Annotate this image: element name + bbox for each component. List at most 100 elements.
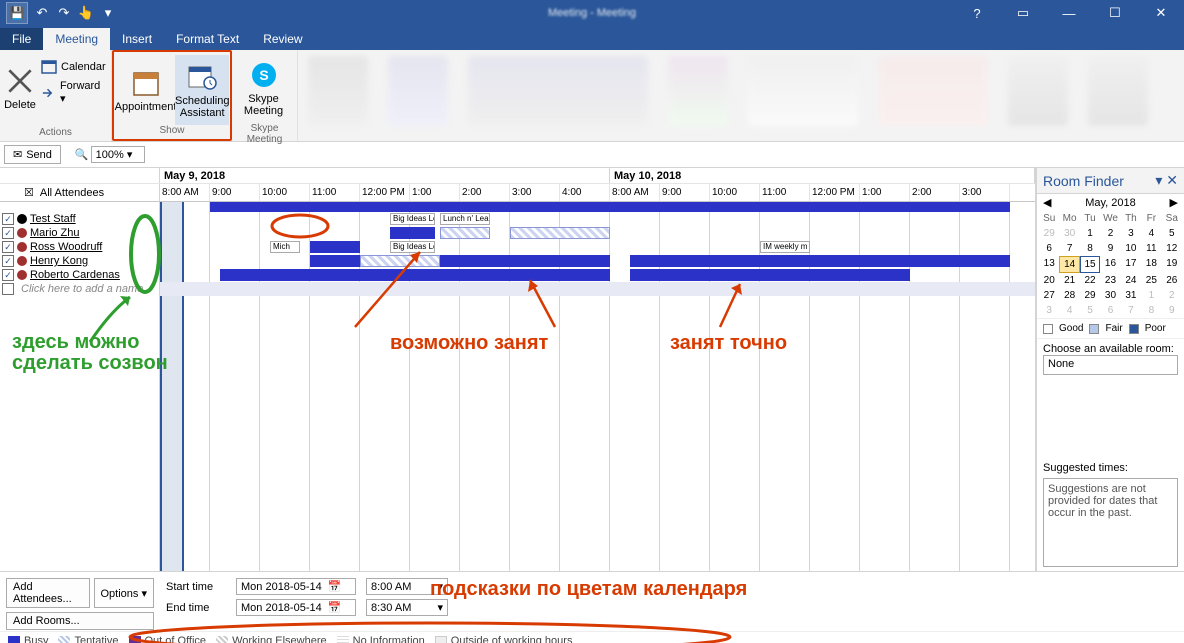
options-button[interactable]: Options ▾ bbox=[94, 578, 155, 608]
tentative-block[interactable] bbox=[440, 227, 490, 239]
save-button[interactable]: 💾 bbox=[6, 2, 28, 24]
calendar-day[interactable]: 22 bbox=[1080, 273, 1100, 288]
calendar-day[interactable]: 3 bbox=[1039, 303, 1059, 318]
calendar-day[interactable]: 21 bbox=[1059, 273, 1079, 288]
help-icon[interactable]: ? bbox=[954, 0, 1000, 26]
calendar-day[interactable]: 6 bbox=[1100, 303, 1120, 318]
event-block[interactable]: Big Ideas Le bbox=[390, 213, 435, 225]
calendar-day[interactable]: 5 bbox=[1162, 226, 1182, 241]
attendee-checkbox[interactable]: ✓ bbox=[2, 241, 14, 253]
busy-block[interactable] bbox=[220, 269, 610, 281]
calendar-day[interactable]: 2 bbox=[1162, 288, 1182, 303]
busy-block[interactable] bbox=[390, 227, 435, 239]
calendar-day[interactable]: 23 bbox=[1100, 273, 1120, 288]
busy-block[interactable] bbox=[310, 255, 360, 267]
calendar-day[interactable]: 14 bbox=[1059, 256, 1079, 273]
calendar-day[interactable]: 30 bbox=[1059, 226, 1079, 241]
tentative-block[interactable] bbox=[360, 255, 440, 267]
calendar-day[interactable]: 4 bbox=[1141, 226, 1161, 241]
tab-format-text[interactable]: Format Text bbox=[164, 28, 251, 50]
calendar-day[interactable]: 16 bbox=[1100, 256, 1120, 273]
attendee-checkbox[interactable]: ✓ bbox=[2, 255, 14, 267]
busy-block[interactable] bbox=[630, 269, 910, 281]
calendar-day[interactable]: 19 bbox=[1162, 256, 1182, 273]
attendee-name[interactable]: Roberto Cardenas bbox=[30, 269, 159, 281]
prev-month-icon[interactable]: ◀ bbox=[1043, 196, 1051, 209]
add-attendees-button[interactable]: Add Attendees... bbox=[6, 578, 90, 608]
calendar-day[interactable]: 28 bbox=[1059, 288, 1079, 303]
busy-block[interactable] bbox=[310, 241, 360, 253]
qat-dropdown-icon[interactable]: ▾ bbox=[100, 5, 116, 21]
undo-icon[interactable]: ↶ bbox=[34, 5, 50, 21]
close-button[interactable]: ✕ bbox=[1138, 0, 1184, 26]
calendar-day[interactable]: 2 bbox=[1100, 226, 1120, 241]
attendee-name[interactable]: Ross Woodruff bbox=[30, 241, 159, 253]
zoom-dropdown[interactable]: 100% ▾ bbox=[91, 146, 145, 163]
attendee-checkbox[interactable]: ✓ bbox=[2, 269, 14, 281]
calendar-day[interactable]: 6 bbox=[1039, 241, 1059, 256]
calendar-day[interactable]: 7 bbox=[1121, 303, 1141, 318]
calendar-day[interactable]: 9 bbox=[1162, 303, 1182, 318]
attendee-checkbox[interactable]: ✓ bbox=[2, 227, 14, 239]
event-block[interactable]: IM weekly m bbox=[760, 241, 810, 253]
calendar-day[interactable]: 25 bbox=[1141, 273, 1161, 288]
tab-meeting[interactable]: Meeting bbox=[43, 28, 110, 50]
open-calendar-button[interactable]: Calendar bbox=[38, 57, 109, 77]
skype-meeting-button[interactable]: S Skype Meeting bbox=[236, 53, 291, 123]
next-month-icon[interactable]: ▶ bbox=[1170, 196, 1178, 209]
busy-block[interactable] bbox=[440, 255, 610, 267]
mini-calendar[interactable]: SuMoTuWeThFrSa29301234567891011121314151… bbox=[1037, 211, 1184, 318]
calendar-day[interactable]: 18 bbox=[1141, 256, 1161, 273]
calendar-day[interactable]: 5 bbox=[1080, 303, 1100, 318]
attendee-name[interactable]: Henry Kong bbox=[30, 255, 159, 267]
minimize-button[interactable]: — bbox=[1046, 0, 1092, 26]
delete-button[interactable]: Delete bbox=[4, 53, 36, 123]
tentative-block[interactable] bbox=[510, 227, 610, 239]
calendar-day[interactable]: 12 bbox=[1162, 241, 1182, 256]
zoom-icon[interactable]: 🔍 bbox=[75, 148, 89, 161]
busy-block[interactable] bbox=[630, 255, 1010, 267]
calendar-day[interactable]: 7 bbox=[1059, 241, 1079, 256]
calendar-day[interactable]: 29 bbox=[1039, 226, 1059, 241]
end-time-field[interactable]: 8:30 AM▾ bbox=[366, 599, 448, 616]
attendee-checkbox[interactable] bbox=[2, 283, 14, 295]
calendar-day[interactable]: 26 bbox=[1162, 273, 1182, 288]
calendar-day[interactable]: 30 bbox=[1100, 288, 1120, 303]
calendar-day[interactable]: 13 bbox=[1039, 256, 1059, 273]
calendar-day[interactable]: 15 bbox=[1080, 256, 1100, 273]
forward-button[interactable]: Forward ▾ bbox=[38, 78, 109, 107]
scheduling-assistant-button[interactable]: Scheduling Assistant bbox=[175, 55, 229, 125]
calendar-day[interactable]: 24 bbox=[1121, 273, 1141, 288]
add-rooms-button[interactable]: Add Rooms... bbox=[6, 612, 154, 630]
add-attendee-input[interactable]: Click here to add a name bbox=[17, 283, 157, 295]
start-date-field[interactable]: Mon 2018-05-14📅 bbox=[236, 578, 356, 595]
event-block[interactable]: Lunch n' Lear bbox=[440, 213, 490, 225]
calendar-day[interactable]: 11 bbox=[1141, 241, 1161, 256]
room-finder-dropdown-icon[interactable]: ▾ bbox=[1155, 172, 1162, 188]
appointment-button[interactable]: Appointment bbox=[118, 55, 173, 125]
tab-review[interactable]: Review bbox=[251, 28, 314, 50]
attendee-name[interactable]: Mario Zhu bbox=[30, 227, 159, 239]
attendee-checkbox[interactable]: ✓ bbox=[2, 213, 14, 225]
calendar-day[interactable]: 17 bbox=[1121, 256, 1141, 273]
calendar-day[interactable]: 3 bbox=[1121, 226, 1141, 241]
calendar-day[interactable]: 20 bbox=[1039, 273, 1059, 288]
select-all-icon[interactable]: ☒ bbox=[24, 186, 34, 199]
calendar-day[interactable]: 10 bbox=[1121, 241, 1141, 256]
end-date-field[interactable]: Mon 2018-05-14📅 bbox=[236, 599, 356, 616]
calendar-day[interactable]: 1 bbox=[1080, 226, 1100, 241]
calendar-day[interactable]: 8 bbox=[1141, 303, 1161, 318]
ribbon-display-icon[interactable]: ▭ bbox=[1000, 0, 1046, 26]
calendar-day[interactable]: 31 bbox=[1121, 288, 1141, 303]
attendee-name[interactable]: Test Staff bbox=[30, 213, 159, 225]
room-list[interactable]: None bbox=[1043, 355, 1178, 375]
calendar-day[interactable]: 1 bbox=[1141, 288, 1161, 303]
calendar-day[interactable]: 9 bbox=[1100, 241, 1120, 256]
redo-icon[interactable]: ↷ bbox=[56, 5, 72, 21]
calendar-day[interactable]: 27 bbox=[1039, 288, 1059, 303]
touch-mode-icon[interactable]: 👆 bbox=[78, 5, 94, 21]
calendar-day[interactable]: 29 bbox=[1080, 288, 1100, 303]
start-time-field[interactable]: 8:00 AM▾ bbox=[366, 578, 448, 595]
tab-insert[interactable]: Insert bbox=[110, 28, 164, 50]
maximize-button[interactable]: ☐ bbox=[1092, 0, 1138, 26]
